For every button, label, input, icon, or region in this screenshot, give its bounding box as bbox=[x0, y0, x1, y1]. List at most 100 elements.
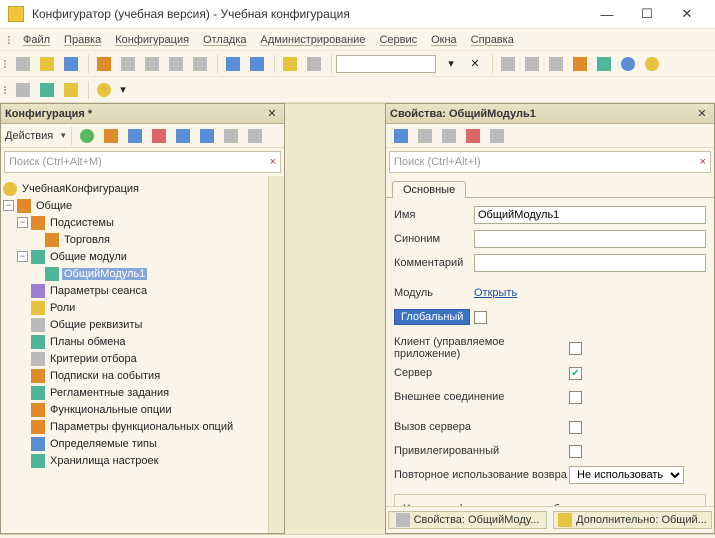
tool-help[interactable] bbox=[641, 53, 663, 75]
dropdown-button[interactable]: ▾ bbox=[440, 53, 462, 75]
tree-search[interactable]: Поиск (Ctrl+Alt+M) × bbox=[4, 151, 281, 173]
configuration-tree[interactable]: УчебнаяКонфигурация −Общие −Подсистемы Т… bbox=[1, 176, 268, 533]
types-icon bbox=[31, 437, 45, 451]
tool-info[interactable] bbox=[617, 53, 639, 75]
sort-button[interactable] bbox=[220, 125, 242, 147]
open-module-link[interactable]: Открыть bbox=[474, 287, 517, 299]
menu-debug[interactable]: Отладка bbox=[196, 32, 253, 48]
clear-button[interactable]: ✕ bbox=[464, 53, 486, 75]
tool-c[interactable] bbox=[545, 53, 567, 75]
minimize-button[interactable]: — bbox=[587, 2, 627, 26]
node-store[interactable]: Хранилища настроек bbox=[48, 455, 160, 467]
copy-button[interactable] bbox=[117, 53, 139, 75]
server-checkbox[interactable]: ✔ bbox=[569, 367, 582, 380]
group-props-button[interactable] bbox=[414, 125, 436, 147]
clear-search-icon[interactable]: × bbox=[270, 156, 276, 168]
client-label: Клиент (управляемое приложение) bbox=[394, 336, 569, 360]
tree-scrollbar[interactable] bbox=[268, 176, 284, 533]
node-session[interactable]: Параметры сеанса bbox=[48, 285, 149, 297]
cut-button[interactable] bbox=[93, 53, 115, 75]
bottom-tab-extra[interactable]: Дополнительно: Общий... bbox=[553, 511, 712, 529]
edit-button[interactable] bbox=[124, 125, 146, 147]
reuse-select[interactable]: Не использовать bbox=[569, 466, 684, 484]
module-button[interactable] bbox=[36, 79, 58, 101]
run-drop[interactable]: ▾ bbox=[117, 79, 129, 101]
new-button[interactable] bbox=[12, 53, 34, 75]
delete-button[interactable] bbox=[148, 125, 170, 147]
extern-checkbox[interactable] bbox=[569, 391, 582, 404]
synonym-input[interactable] bbox=[474, 230, 706, 248]
menu-help[interactable]: Справка bbox=[464, 32, 521, 48]
sort-props-button[interactable] bbox=[390, 125, 412, 147]
node-types[interactable]: Определяемые типы bbox=[48, 438, 159, 450]
misc-b[interactable] bbox=[486, 125, 508, 147]
maximize-button[interactable]: ☐ bbox=[627, 2, 667, 26]
clear-props-search-icon[interactable]: × bbox=[700, 156, 706, 168]
struct-button[interactable] bbox=[12, 79, 34, 101]
node-trade[interactable]: Торговля bbox=[62, 234, 112, 246]
filter-button[interactable] bbox=[244, 125, 266, 147]
menu-file[interactable]: Файл bbox=[16, 32, 57, 48]
node-roles[interactable]: Роли bbox=[48, 302, 77, 314]
close-props-button[interactable]: ✕ bbox=[694, 107, 710, 120]
tool-user[interactable] bbox=[569, 53, 591, 75]
reuse-label: Повторное использование возвра bbox=[394, 469, 569, 481]
node-module1[interactable]: ОбщийМодуль1 bbox=[62, 268, 147, 280]
save-button[interactable] bbox=[60, 53, 82, 75]
paste-button[interactable] bbox=[141, 53, 163, 75]
node-subsystems[interactable]: Подсистемы bbox=[48, 217, 116, 229]
misc-a[interactable] bbox=[462, 125, 484, 147]
undo-button[interactable] bbox=[222, 53, 244, 75]
node-subs[interactable]: Подписки на события bbox=[48, 370, 162, 382]
up-button[interactable] bbox=[172, 125, 194, 147]
redo-button[interactable] bbox=[246, 53, 268, 75]
bottom-tab-props[interactable]: Свойства: ОбщийМоду... bbox=[388, 511, 547, 529]
menu-windows[interactable]: Окна bbox=[424, 32, 464, 48]
grip-icon bbox=[4, 86, 10, 94]
down-button[interactable] bbox=[196, 125, 218, 147]
call-checkbox[interactable] bbox=[569, 421, 582, 434]
collapse-icon[interactable]: − bbox=[3, 200, 14, 211]
run-button[interactable] bbox=[93, 79, 115, 101]
show-all-button[interactable] bbox=[438, 125, 460, 147]
node-plans[interactable]: Планы обмена bbox=[48, 336, 128, 348]
node-foptsp[interactable]: Параметры функциональных опций bbox=[48, 421, 235, 433]
node-fopts[interactable]: Функциональные опции bbox=[48, 404, 173, 416]
wizard-button[interactable] bbox=[100, 125, 122, 147]
client-checkbox[interactable] bbox=[569, 342, 582, 355]
menu-service[interactable]: Сервис bbox=[372, 32, 424, 48]
search-combo[interactable] bbox=[336, 55, 436, 73]
close-button[interactable]: ✕ bbox=[667, 2, 707, 26]
tool-a[interactable] bbox=[497, 53, 519, 75]
tool-calendar[interactable] bbox=[593, 53, 615, 75]
menu-config[interactable]: Конфигурация bbox=[108, 32, 196, 48]
menu-edit[interactable]: Правка bbox=[57, 32, 108, 48]
collapse-icon[interactable]: − bbox=[17, 217, 28, 228]
node-common[interactable]: Общие bbox=[34, 200, 74, 212]
open-button[interactable] bbox=[36, 53, 58, 75]
global-checkbox[interactable] bbox=[474, 311, 487, 324]
close-pane-button[interactable]: ✕ bbox=[264, 107, 280, 120]
actions-label[interactable]: Действия bbox=[5, 130, 53, 142]
paste-special-button[interactable] bbox=[165, 53, 187, 75]
tool-b[interactable] bbox=[521, 53, 543, 75]
find-button[interactable] bbox=[279, 53, 301, 75]
node-filter[interactable]: Критерии отбора bbox=[48, 353, 139, 365]
node-attrs[interactable]: Общие реквизиты bbox=[48, 319, 144, 331]
name-input[interactable] bbox=[474, 206, 706, 224]
priv-checkbox[interactable] bbox=[569, 445, 582, 458]
props-search[interactable]: Поиск (Ctrl+Alt+I) × bbox=[389, 151, 711, 173]
zoom-button[interactable] bbox=[303, 53, 325, 75]
actions-bar: Действия▼ bbox=[1, 124, 284, 148]
print-button[interactable] bbox=[189, 53, 211, 75]
comment-input[interactable] bbox=[474, 254, 706, 272]
collapse-icon[interactable]: − bbox=[17, 251, 28, 262]
menu-admin[interactable]: Администрирование bbox=[254, 32, 373, 48]
menu-bar: Файл Правка Конфигурация Отладка Админис… bbox=[0, 28, 715, 50]
node-modules[interactable]: Общие модули bbox=[48, 251, 129, 263]
tree-root[interactable]: УчебнаяКонфигурация bbox=[20, 183, 141, 195]
tab-main[interactable]: Основные bbox=[392, 181, 466, 198]
db-button[interactable] bbox=[60, 79, 82, 101]
add-button[interactable] bbox=[76, 125, 98, 147]
node-jobs[interactable]: Регламентные задания bbox=[48, 387, 171, 399]
